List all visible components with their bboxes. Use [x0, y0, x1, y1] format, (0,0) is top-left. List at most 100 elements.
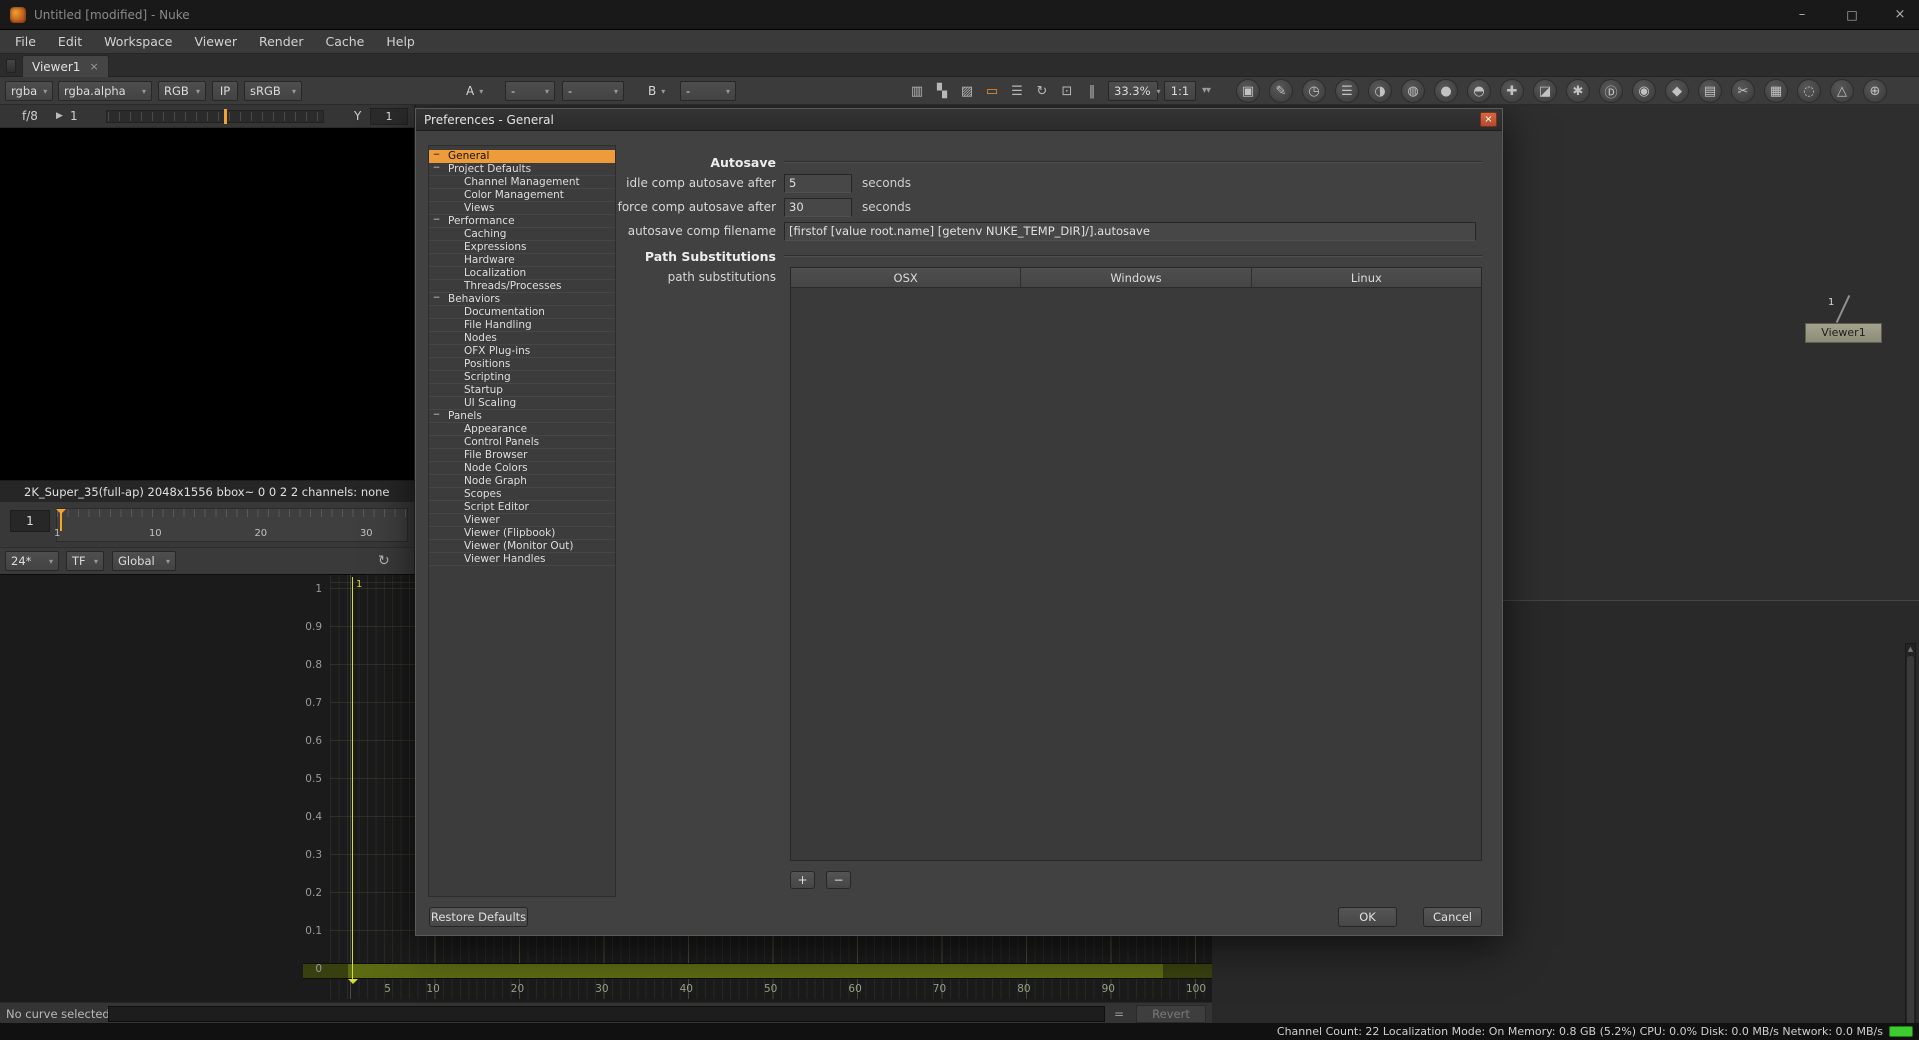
deep-icon[interactable]: Ⓓ	[1599, 79, 1623, 103]
scroll-up-icon[interactable]: ▲	[1906, 645, 1915, 653]
timecode-select[interactable]: TF	[66, 551, 104, 571]
menu-item[interactable]: Edit	[47, 30, 93, 54]
input-process-toggle[interactable]: IP	[212, 81, 238, 101]
layer-select[interactable]: rgba	[5, 81, 53, 101]
tree-item[interactable]: Node Colors	[429, 462, 615, 475]
tab-viewer1[interactable]: Viewer1 ×	[22, 55, 109, 77]
fps-select[interactable]: 24*	[5, 551, 59, 571]
pause-icon[interactable]: ‖	[1081, 80, 1103, 102]
tree-item[interactable]: UI Scaling	[429, 397, 615, 410]
channel-icon[interactable]: ☰	[1335, 79, 1359, 103]
column-header[interactable]: Windows	[1021, 268, 1252, 287]
pixel-aspect-button[interactable]: 1:1	[1164, 81, 1196, 101]
gamma-value-field[interactable]: 1	[370, 108, 408, 125]
path-substitutions-table[interactable]: OSX Windows Linux	[790, 267, 1482, 861]
refresh-icon[interactable]: ↻	[1031, 80, 1053, 102]
remove-row-button[interactable]: −	[826, 871, 851, 889]
tree-item[interactable]: Panels	[429, 410, 615, 423]
search-icon[interactable]: ◌	[1797, 79, 1821, 103]
b-input-select[interactable]: -	[680, 81, 736, 101]
panel-grip-icon[interactable]	[6, 59, 16, 73]
wipe-icon[interactable]: ▥	[906, 80, 928, 102]
stack-chevrons-icon[interactable]: ▾▾	[1202, 81, 1211, 101]
frame-range-select[interactable]: Global	[112, 551, 176, 571]
column-header[interactable]: Linux	[1252, 268, 1481, 287]
close-window-button[interactable]: ×	[1880, 0, 1919, 30]
cancel-button[interactable]: Cancel	[1423, 907, 1482, 927]
tree-item[interactable]: Script Editor	[429, 501, 615, 514]
alpha-layer-select[interactable]: rgba.alpha	[58, 81, 152, 101]
add-row-button[interactable]: +	[790, 871, 815, 889]
b-buffer-toggle[interactable]: B	[648, 81, 665, 101]
expression-input[interactable]	[108, 1006, 1105, 1022]
expand-arrow-icon[interactable]: ▶	[56, 105, 63, 128]
tree-item[interactable]: Viewer Handles	[429, 553, 615, 566]
views-icon[interactable]: ◉	[1632, 79, 1656, 103]
compare-mode-select[interactable]: -	[562, 81, 624, 101]
gain-slider-handle[interactable]	[224, 109, 227, 124]
column-header[interactable]: OSX	[791, 268, 1022, 287]
metadata-icon[interactable]: ◆	[1665, 79, 1689, 103]
menu-item[interactable]: Viewer	[183, 30, 248, 54]
node-input-connector[interactable]	[1835, 294, 1851, 324]
a-input-select[interactable]: -	[505, 81, 555, 101]
viewer-viewport[interactable]	[0, 128, 415, 480]
image-icon[interactable]: ▣	[1236, 79, 1260, 103]
tree-item[interactable]: Nodes	[429, 332, 615, 345]
autosave-filename-field[interactable]	[784, 221, 1476, 241]
tree-item[interactable]: Control Panels	[429, 436, 615, 449]
keyer2-icon[interactable]: ✂	[1731, 79, 1755, 103]
force-autosave-field[interactable]	[784, 197, 852, 217]
tree-item[interactable]: Startup	[429, 384, 615, 397]
3d-icon[interactable]: ◪	[1533, 79, 1557, 103]
tree-item[interactable]: File Browser	[429, 449, 615, 462]
checker-icon[interactable]: ▚	[931, 80, 953, 102]
tab-close-icon[interactable]: ×	[89, 60, 98, 73]
gain-slider[interactable]	[106, 110, 324, 123]
menu-item[interactable]: Cache	[314, 30, 375, 54]
fstop-label[interactable]: f/8	[22, 105, 38, 128]
minimize-button[interactable]: –	[1782, 0, 1822, 30]
globe-icon[interactable]: ⊕	[1863, 79, 1887, 103]
tree-item[interactable]: Appearance	[429, 423, 615, 436]
overlay-icon[interactable]: ☰	[1006, 80, 1028, 102]
particles-icon[interactable]: ✱	[1566, 79, 1590, 103]
tree-item[interactable]: Viewer (Flipbook)	[429, 527, 615, 540]
color-icon[interactable]: ◑	[1368, 79, 1392, 103]
curve-playhead[interactable]	[352, 577, 353, 981]
gain-value[interactable]: 1	[70, 105, 78, 128]
channels-select[interactable]: RGB	[158, 81, 206, 101]
keyer-icon[interactable]: ●	[1434, 79, 1458, 103]
stripes-icon[interactable]: ▨	[956, 80, 978, 102]
tree-item[interactable]: Positions	[429, 358, 615, 371]
tree-item[interactable]: Node Graph	[429, 475, 615, 488]
tree-item[interactable]: Viewer (Monitor Out)	[429, 540, 615, 553]
menu-item[interactable]: Help	[375, 30, 426, 54]
collapse-icon[interactable]	[432, 412, 441, 421]
viewer1-node[interactable]: Viewer1	[1805, 323, 1882, 343]
roi-icon[interactable]: ⊡	[1056, 80, 1078, 102]
zoom-level-select[interactable]: 33.3%	[1108, 81, 1158, 101]
tree-item[interactable]: Documentation	[429, 306, 615, 319]
archive-icon[interactable]: ▦	[1764, 79, 1788, 103]
tree-item[interactable]: Scripting	[429, 371, 615, 384]
time-icon[interactable]: ◷	[1302, 79, 1326, 103]
monitor-gamma-icon[interactable]: ▭	[981, 80, 1003, 102]
dialog-titlebar[interactable]: Preferences - General ×	[416, 109, 1502, 131]
dialog-close-button[interactable]: ×	[1480, 112, 1497, 127]
ok-button[interactable]: OK	[1338, 907, 1397, 927]
tree-item[interactable]: Scopes	[429, 488, 615, 501]
filter-icon[interactable]: ◍	[1401, 79, 1425, 103]
transform-icon[interactable]: ✚	[1500, 79, 1524, 103]
a-buffer-toggle[interactable]: A	[466, 81, 483, 101]
tree-item[interactable]: OFX Plug-ins	[429, 345, 615, 358]
scrollbar-thumb[interactable]	[1907, 656, 1914, 1040]
draw-icon[interactable]: ✎	[1269, 79, 1293, 103]
node-graph-scrollbar[interactable]: ▲ ▼	[1905, 643, 1916, 1040]
tree-item[interactable]: Behaviors	[429, 293, 615, 306]
viewer-lut-select[interactable]: sRGB	[244, 81, 302, 101]
merge-icon[interactable]: ◓	[1467, 79, 1491, 103]
flask-icon[interactable]: △	[1830, 79, 1854, 103]
toolsets-icon[interactable]: ▤	[1698, 79, 1722, 103]
menu-item[interactable]: Render	[248, 30, 315, 54]
